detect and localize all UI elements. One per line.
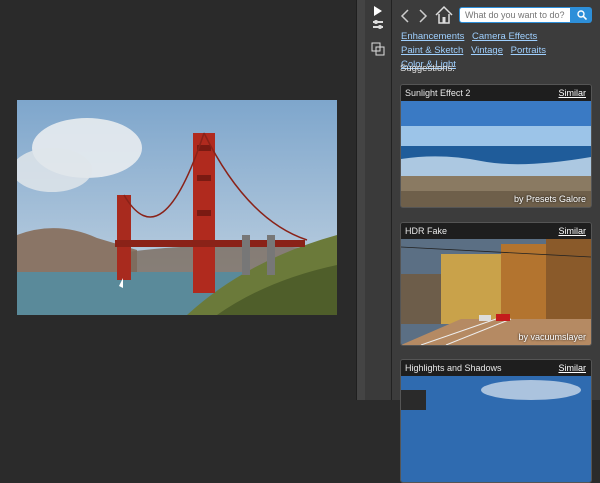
link-vintage[interactable]: Vintage: [471, 45, 503, 56]
suggestion-card[interactable]: Highlights and Shadows Similar: [400, 359, 592, 483]
card-title: Highlights and Shadows: [405, 363, 502, 373]
card-preview[interactable]: [401, 376, 591, 482]
search-icon: [576, 10, 587, 20]
tool-strip: [365, 0, 392, 400]
back-icon[interactable]: [398, 8, 412, 24]
settings-sliders-icon[interactable]: [367, 14, 389, 36]
suggestions-heading: Suggestions:: [400, 63, 455, 74]
link-enhancements[interactable]: Enhancements: [401, 31, 464, 42]
canvas-area: [0, 0, 356, 400]
suggestions-panel: Enhancements Camera Effects Paint & Sket…: [392, 0, 600, 483]
similar-link[interactable]: Similar: [558, 223, 586, 239]
card-header: HDR Fake Similar: [401, 223, 591, 239]
search-button[interactable]: [571, 7, 592, 23]
card-credit: by vacuumslayer: [518, 332, 586, 342]
crop-compare-icon[interactable]: [367, 38, 389, 60]
card-preview[interactable]: by vacuumslayer: [401, 239, 591, 345]
card-header: Highlights and Shadows Similar: [401, 360, 591, 376]
link-camera-effects[interactable]: Camera Effects: [472, 31, 537, 42]
card-preview[interactable]: by Presets Galore: [401, 101, 591, 207]
suggestion-card[interactable]: Sunlight Effect 2 Similar by Presets Gal…: [400, 84, 592, 208]
link-portraits[interactable]: Portraits: [511, 45, 546, 56]
search-input[interactable]: [459, 7, 571, 23]
card-header: Sunlight Effect 2 Similar: [401, 85, 591, 101]
similar-link[interactable]: Similar: [558, 360, 586, 376]
home-icon[interactable]: [434, 5, 454, 25]
golden-gate-photo[interactable]: [17, 100, 337, 315]
similar-link[interactable]: Similar: [558, 85, 586, 101]
link-paint-sketch[interactable]: Paint & Sketch: [401, 45, 463, 56]
suggestion-card[interactable]: HDR Fake Similar by vacuumslayer: [400, 222, 592, 346]
card-title: HDR Fake: [405, 226, 448, 236]
card-credit: by Presets Galore: [513, 194, 586, 204]
card-title: Sunlight Effect 2: [405, 88, 471, 98]
forward-icon[interactable]: [416, 8, 430, 24]
